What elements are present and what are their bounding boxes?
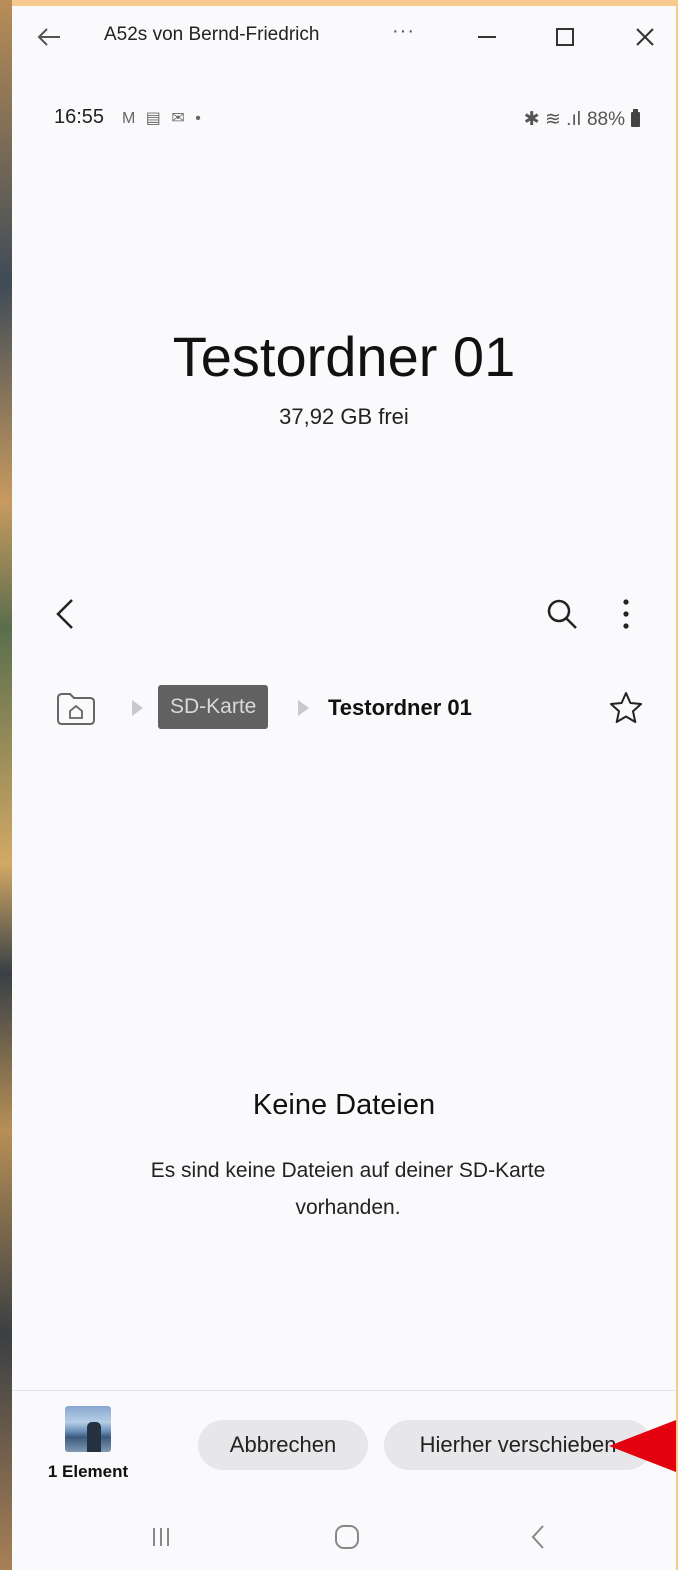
battery-icon bbox=[631, 109, 640, 127]
empty-state-text: Es sind keine Dateien auf deiner SD-Kart… bbox=[150, 1159, 546, 1219]
connectivity-icons: ✱ ≋ .ıl bbox=[523, 109, 581, 130]
folder-title: Testordner 01 bbox=[172, 325, 516, 388]
breadcrumb-sd-card[interactable]: SD-Karte bbox=[158, 685, 269, 729]
minimize-icon[interactable] bbox=[472, 22, 502, 52]
window-title: A52s von Bernd-Friedrich bbox=[104, 24, 320, 45]
selection-count-label: 1 Element bbox=[47, 1462, 129, 1481]
search-icon[interactable] bbox=[544, 596, 580, 632]
empty-state-title: Keine Dateien bbox=[252, 1089, 436, 1121]
notification-icons: M ▤ ✉ • bbox=[122, 110, 204, 127]
star-favorite-icon[interactable] bbox=[608, 690, 644, 726]
selected-item-thumbnail bbox=[65, 1406, 111, 1452]
back-arrow-icon[interactable] bbox=[34, 22, 64, 52]
more-options-button[interactable]: ··· bbox=[392, 20, 415, 43]
breadcrumb-separator-icon bbox=[298, 700, 309, 716]
phone-mirror-window: A52s von Bernd-Friedrich ··· 16:55 M ▤ ✉… bbox=[12, 6, 676, 1570]
red-arrow-annotation-icon bbox=[609, 1420, 676, 1472]
window-titlebar: A52s von Bernd-Friedrich ··· bbox=[12, 6, 676, 68]
close-icon[interactable] bbox=[630, 22, 660, 52]
bottom-divider bbox=[12, 1390, 676, 1391]
status-right-group: ✱ ≋ .ıl 88% bbox=[524, 108, 640, 131]
breadcrumb-separator-icon bbox=[132, 700, 143, 716]
desktop-background-strip bbox=[0, 0, 12, 1570]
breadcrumb: SD-Karte Testordner 01 bbox=[12, 682, 676, 738]
maximize-icon[interactable] bbox=[550, 22, 580, 52]
chevron-left-icon[interactable] bbox=[50, 594, 82, 634]
recent-apps-icon[interactable] bbox=[146, 1522, 176, 1552]
more-vertical-icon[interactable] bbox=[616, 596, 636, 632]
android-status-bar: 16:55 M ▤ ✉ • ✱ ≋ .ıl 88% bbox=[12, 96, 676, 136]
android-navigation-bar bbox=[12, 1506, 676, 1570]
folder-toolbar bbox=[12, 586, 676, 642]
free-space-label: 37,92 GB frei bbox=[279, 404, 409, 429]
home-icon[interactable] bbox=[332, 1522, 362, 1552]
battery-percent: 88% bbox=[586, 108, 625, 130]
breadcrumb-current-folder: Testordner 01 bbox=[328, 695, 472, 720]
home-folder-icon[interactable] bbox=[54, 690, 98, 726]
status-time: 16:55 bbox=[54, 106, 105, 128]
nav-back-icon[interactable] bbox=[524, 1522, 554, 1552]
cancel-button[interactable]: Abbrechen bbox=[198, 1420, 368, 1470]
